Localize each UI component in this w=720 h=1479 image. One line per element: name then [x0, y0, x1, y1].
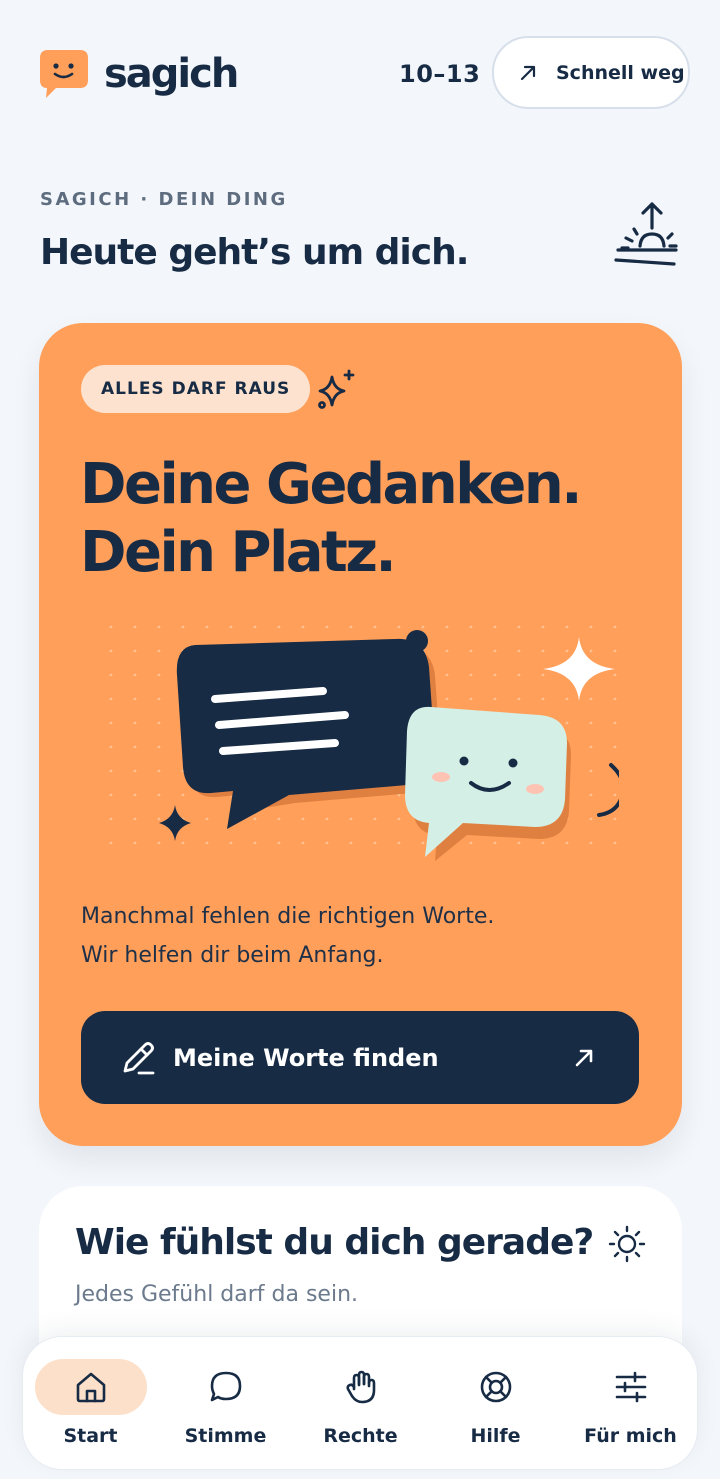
tab-rechte[interactable]: Rechte	[293, 1337, 428, 1471]
hero-title: Deine Gedanken. Dein Platz.	[80, 451, 660, 587]
mood-subtitle: Jedes Gefühl darf da sein.	[75, 1282, 359, 1307]
quick-exit-button[interactable]: Schnell weg	[492, 36, 690, 109]
tab-start[interactable]: Start	[23, 1337, 158, 1471]
tab-fuer-mich[interactable]: Für mich	[563, 1337, 698, 1471]
brand-logo[interactable]: sagich	[38, 48, 239, 100]
section-eyebrow: SAGICH · DEIN DING	[40, 189, 288, 210]
hero-card: ALLES DARF RAUS Deine Gedanken. Dein Pla…	[39, 323, 682, 1146]
mood-title: Wie fühlst du dich gerade?	[75, 1222, 594, 1263]
sunrise-icon	[614, 202, 678, 266]
smiley-bubble-logo-icon	[40, 50, 88, 98]
quick-exit-label: Schnell weg	[556, 61, 685, 84]
arrow-up-right-icon	[520, 65, 536, 80]
chat-bubble-icon	[210, 1371, 241, 1402]
tab-label: Rechte	[323, 1425, 398, 1447]
chat-bubbles-illustration	[99, 615, 619, 861]
tab-label: Hilfe	[470, 1425, 521, 1447]
sparkles-icon	[318, 369, 355, 409]
find-words-label: Meine Worte finden	[173, 1043, 439, 1072]
tab-stimme[interactable]: Stimme	[158, 1337, 293, 1471]
page-title: Heute geht’s um dich.	[40, 232, 469, 273]
lifebuoy-icon	[480, 1371, 511, 1403]
hero-description-line-1: Manchmal fehlen die richtigen Worte.	[81, 904, 495, 929]
tab-label: Für mich	[584, 1425, 677, 1447]
brand-name: sagich	[104, 51, 239, 97]
hero-title-line-2: Dein Platz.	[80, 520, 397, 585]
tab-hilfe[interactable]: Hilfe	[428, 1337, 563, 1471]
app-header: sagich 10–13 Schnell weg	[0, 0, 720, 150]
tab-label: Stimme	[184, 1425, 267, 1447]
hero-description: Manchmal fehlen die richtigen Worte. Wir…	[81, 897, 641, 975]
age-range-label: 10–13	[399, 60, 481, 88]
hero-description-line-2: Wir helfen dir beim Anfang.	[81, 943, 384, 968]
find-words-button[interactable]: Meine Worte finden	[81, 1011, 639, 1104]
hand-icon	[345, 1370, 375, 1404]
hero-badge: ALLES DARF RAUS	[81, 365, 311, 413]
pencil-icon	[123, 1041, 155, 1074]
home-icon	[76, 1372, 105, 1403]
tab-label: Start	[63, 1425, 118, 1447]
bottom-tab-bar: Start Stimme Rechte Hilfe Für mich	[22, 1336, 698, 1470]
sliders-icon	[615, 1371, 646, 1403]
sun-icon	[608, 1225, 646, 1263]
hero-title-line-1: Deine Gedanken.	[80, 452, 583, 517]
arrow-up-right-icon	[575, 1049, 593, 1067]
